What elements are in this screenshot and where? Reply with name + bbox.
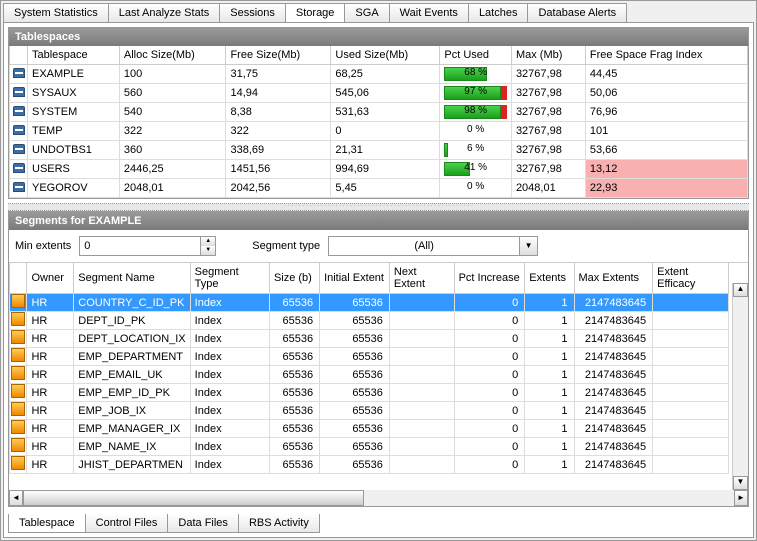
segment-icon — [11, 294, 25, 308]
segment-row[interactable]: HREMP_NAME_IXIndex6553665536012147483645 — [10, 438, 729, 456]
segment-row[interactable]: HREMP_JOB_IXIndex6553665536012147483645 — [10, 402, 729, 420]
seg-col-header[interactable]: Initial Extent — [320, 263, 390, 294]
segment-type-input[interactable] — [329, 238, 519, 254]
database-icon — [13, 106, 25, 116]
tablespace-row[interactable]: UNDOTBS1360338,6921,316 %32767,9853,66 — [10, 141, 748, 160]
segments-grid-wrap: OwnerSegment NameSegment TypeSize (b)Ini… — [9, 263, 748, 490]
min-extents-label: Min extents — [15, 240, 71, 252]
segment-icon — [11, 330, 25, 344]
segment-icon — [11, 456, 25, 470]
tab-storage[interactable]: Storage — [285, 3, 346, 22]
segment-row[interactable]: HRDEPT_ID_PKIndex6553665536012147483645 — [10, 312, 729, 330]
segment-row[interactable]: HREMP_EMAIL_UKIndex655366553601214748364… — [10, 366, 729, 384]
tablespaces-panel: Tablespaces TablespaceAlloc Size(Mb)Free… — [8, 27, 749, 199]
segment-row[interactable]: HREMP_DEPARTMENTIndex6553665536012147483… — [10, 348, 729, 366]
segment-icon — [11, 348, 25, 362]
spin-down-icon[interactable]: ▼ — [201, 246, 215, 255]
main-tabs: System StatisticsLast Analyze StatsSessi… — [3, 3, 754, 22]
ts-col-header[interactable]: Alloc Size(Mb) — [119, 46, 226, 65]
segments-grid[interactable]: OwnerSegment NameSegment TypeSize (b)Ini… — [9, 263, 729, 474]
tablespace-row[interactable]: USERS2446,251451,56994,6941 %32767,9813,… — [10, 160, 748, 179]
tab-wait-events[interactable]: Wait Events — [389, 3, 469, 22]
ts-col-header[interactable]: Free Space Frag Index — [585, 46, 747, 65]
bottom-tab-tablespace[interactable]: Tablespace — [8, 514, 86, 533]
tab-last-analyze-stats[interactable]: Last Analyze Stats — [108, 3, 221, 22]
splitter-handle[interactable]: · · · · · · · · · · · · · · · · · · · · … — [8, 203, 749, 211]
hscroll-thumb[interactable] — [23, 490, 364, 506]
tablespace-row[interactable]: EXAMPLE10031,7568,2568 %32767,9844,45 — [10, 65, 748, 84]
horizontal-scrollbar[interactable]: ◄ ► — [9, 490, 748, 506]
tab-latches[interactable]: Latches — [468, 3, 529, 22]
ts-col-header[interactable]: Max (Mb) — [511, 46, 585, 65]
ts-col-header[interactable]: Free Size(Mb) — [226, 46, 331, 65]
segment-icon — [11, 438, 25, 452]
seg-col-header[interactable]: Extents — [525, 263, 574, 294]
bottom-tab-data-files[interactable]: Data Files — [167, 514, 239, 533]
database-icon — [13, 144, 25, 154]
scroll-up-icon[interactable]: ▲ — [733, 283, 748, 297]
ts-col-header[interactable]: Used Size(Mb) — [331, 46, 440, 65]
segments-panel: Segments for EXAMPLE Min extents ▲ ▼ Seg… — [8, 211, 749, 507]
min-extents-spinner[interactable]: ▲ ▼ — [79, 236, 216, 256]
segment-row[interactable]: HRCOUNTRY_C_ID_PKIndex655366553601214748… — [10, 294, 729, 312]
hscroll-track[interactable] — [23, 490, 734, 506]
tab-sessions[interactable]: Sessions — [219, 3, 286, 22]
ts-col-header[interactable]: Tablespace — [28, 46, 120, 65]
database-icon — [13, 125, 25, 135]
scroll-left-icon[interactable]: ◄ — [9, 490, 23, 506]
tab-sga[interactable]: SGA — [344, 3, 389, 22]
seg-col-header[interactable]: Max Extents — [574, 263, 653, 294]
segments-header: Segments for EXAMPLE — [9, 212, 748, 230]
tablespace-row[interactable]: YEGOROV2048,012042,565,450 %2048,0122,93 — [10, 179, 748, 198]
seg-col-header[interactable]: Next Extent — [389, 263, 454, 294]
min-extents-input[interactable] — [80, 237, 200, 255]
database-icon — [13, 182, 25, 192]
storage-panel: System StatisticsLast Analyze StatsSessi… — [0, 0, 757, 541]
tab-system-statistics[interactable]: System Statistics — [3, 3, 109, 22]
segment-icon — [11, 402, 25, 416]
bottom-tabs: TablespaceControl FilesData FilesRBS Act… — [8, 514, 749, 533]
ts-col-header[interactable]: Pct Used — [440, 46, 512, 65]
tablespace-row[interactable]: TEMP32232200 %32767,98101 — [10, 122, 748, 141]
segment-icon — [11, 312, 25, 326]
segment-icon — [11, 420, 25, 434]
segment-icon — [11, 366, 25, 380]
database-icon — [13, 87, 25, 97]
seg-col-header[interactable]: Extent Efficacy — [653, 263, 729, 294]
segment-row[interactable]: HREMP_MANAGER_IXIndex6553665536012147483… — [10, 420, 729, 438]
seg-col-header[interactable]: Segment Type — [190, 263, 269, 294]
segment-type-label: Segment type — [252, 240, 320, 252]
seg-col-header[interactable]: Segment Name — [74, 263, 190, 294]
spin-up-icon[interactable]: ▲ — [201, 237, 215, 246]
vertical-scrollbar[interactable]: ▲ ▼ — [732, 283, 748, 490]
segments-filter-row: Min extents ▲ ▼ Segment type ▼ — [9, 230, 748, 263]
tab-database-alerts[interactable]: Database Alerts — [527, 3, 627, 22]
seg-col-header[interactable]: Owner — [27, 263, 74, 294]
bottom-tab-control-files[interactable]: Control Files — [85, 514, 169, 533]
scroll-right-icon[interactable]: ► — [734, 490, 748, 506]
segment-row[interactable]: HRDEPT_LOCATION_IXIndex65536655360121474… — [10, 330, 729, 348]
segment-row[interactable]: HREMP_EMP_ID_PKIndex65536655360121474836… — [10, 384, 729, 402]
scroll-down-icon[interactable]: ▼ — [733, 476, 748, 490]
bottom-tab-rbs-activity[interactable]: RBS Activity — [238, 514, 320, 533]
tablespaces-grid[interactable]: TablespaceAlloc Size(Mb)Free Size(Mb)Use… — [9, 46, 748, 198]
database-icon — [13, 163, 25, 173]
seg-col-header[interactable]: Size (b) — [269, 263, 319, 294]
segment-type-combo[interactable]: ▼ — [328, 236, 538, 256]
tablespaces-header: Tablespaces — [9, 28, 748, 46]
tablespace-row[interactable]: SYSAUX56014,94545,0697 %32767,9850,06 — [10, 84, 748, 103]
segment-icon — [11, 384, 25, 398]
content-area: Tablespaces TablespaceAlloc Size(Mb)Free… — [3, 22, 754, 538]
seg-col-header[interactable]: Pct Increase — [454, 263, 525, 294]
dropdown-icon[interactable]: ▼ — [519, 237, 537, 255]
tablespace-row[interactable]: SYSTEM5408,38531,6398 %32767,9876,96 — [10, 103, 748, 122]
segment-row[interactable]: HRJHIST_DEPARTMENIndex655366553601214748… — [10, 456, 729, 474]
database-icon — [13, 68, 25, 78]
